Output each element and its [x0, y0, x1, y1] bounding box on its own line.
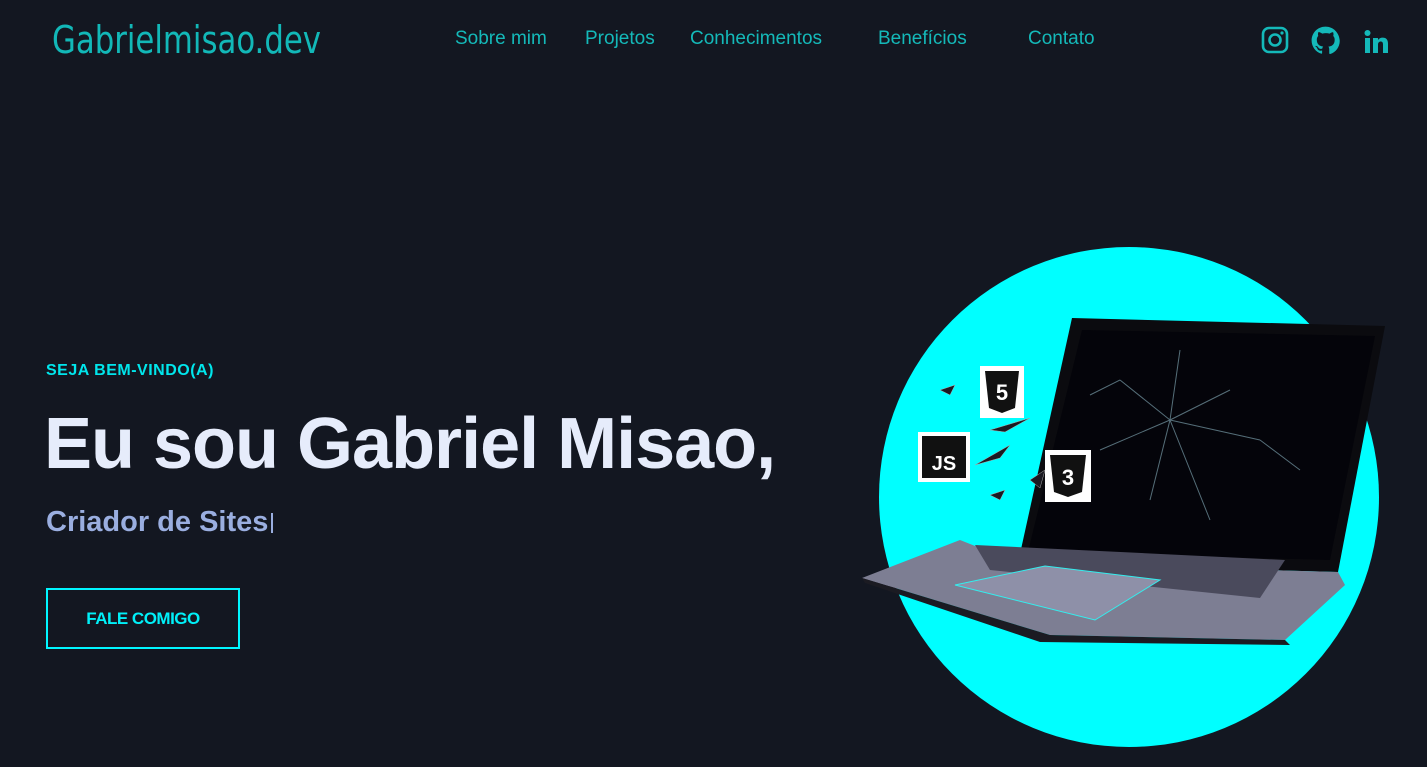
- css3-badge-label: 3: [1062, 465, 1074, 490]
- hero-title: Eu sou Gabriel Misao,: [44, 404, 776, 484]
- welcome-eyebrow: SEJA BEM-VINDO(A): [46, 362, 214, 379]
- html5-badge-label: 5: [996, 380, 1008, 405]
- instagram-icon[interactable]: [1261, 26, 1289, 59]
- html5-badge: 5: [980, 366, 1024, 418]
- github-icon[interactable]: [1311, 26, 1340, 60]
- nav-conhecimentos[interactable]: Conhecimentos: [690, 28, 822, 50]
- contact-button[interactable]: FALE COMIGO: [46, 588, 240, 649]
- css3-badge: 3: [1045, 450, 1091, 502]
- site-logo[interactable]: Gabrielmisao.dev: [52, 18, 321, 62]
- nav-contato[interactable]: Contato: [1028, 28, 1095, 50]
- linkedin-icon[interactable]: [1364, 30, 1390, 59]
- nav-sobre-mim[interactable]: Sobre mim: [455, 28, 547, 50]
- js-badge-label: JS: [932, 453, 956, 475]
- nav-projetos[interactable]: Projetos: [585, 28, 655, 50]
- hero-laptop-illustration: JS 5 3: [862, 247, 1385, 747]
- js-badge: JS: [918, 432, 970, 482]
- hero-subtitle: Criador de Sites: [46, 506, 274, 539]
- typing-caret: [271, 513, 274, 533]
- nav-beneficios[interactable]: Benefícios: [878, 28, 967, 50]
- typed-text: Criador de Sites: [46, 506, 269, 538]
